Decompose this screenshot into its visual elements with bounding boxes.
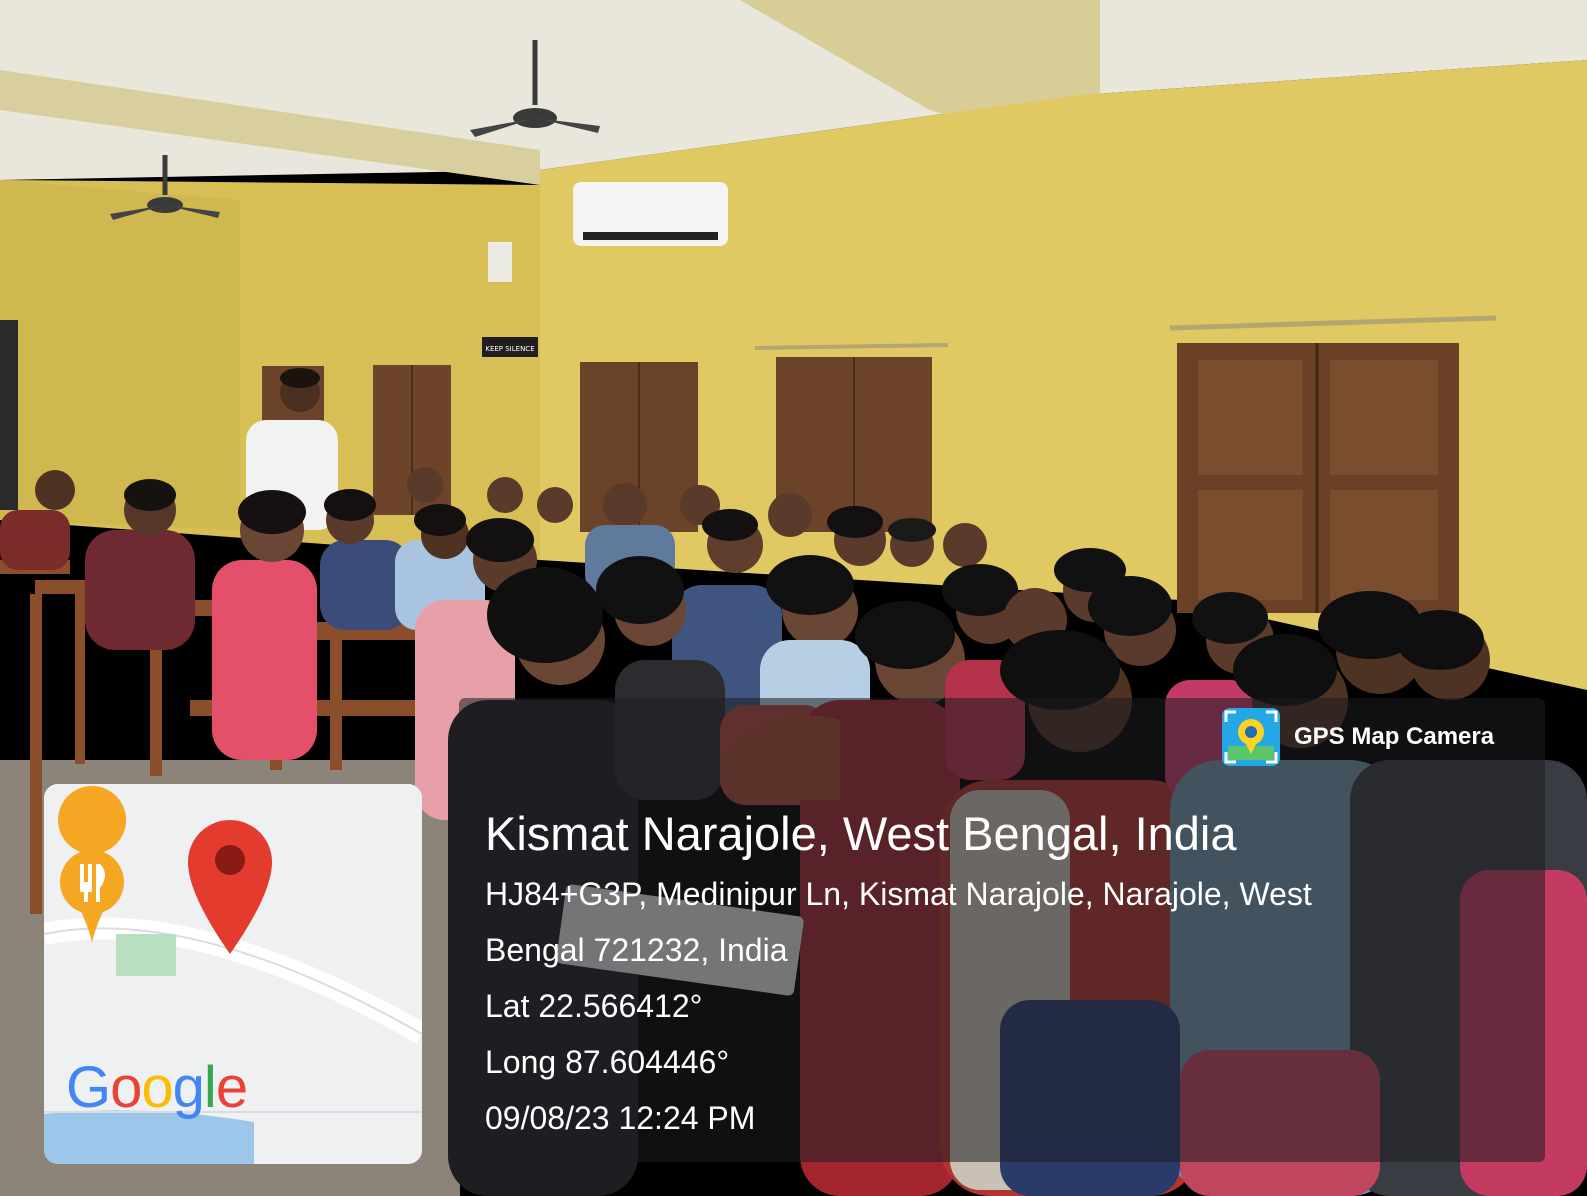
gps-app-name: GPS Map Camera — [1294, 723, 1495, 750]
geotagged-photo: KEEP SILENCE Google GPS Map Camera Kisma… — [0, 0, 1587, 1196]
google-logo-letter: o — [141, 1055, 173, 1120]
gps-map-camera-icon — [1222, 708, 1280, 766]
address-line-2: Bengal 721232, India — [485, 932, 788, 968]
keep-silence-sign-text: KEEP SILENCE — [485, 345, 534, 353]
timestamp: 09/08/23 12:24 PM — [485, 1100, 756, 1136]
google-logo-letter: l — [203, 1055, 217, 1120]
blackboard — [0, 320, 18, 510]
wall-box — [488, 242, 512, 282]
google-logo-letter: G — [66, 1055, 111, 1120]
map-park — [116, 934, 176, 976]
latitude-readout: Lat 22.566412° — [485, 988, 703, 1024]
address-line-1: HJ84+G3P, Medinipur Ln, Kismat Narajole,… — [485, 876, 1312, 912]
google-logo-letter: o — [110, 1055, 142, 1120]
map-thumbnail[interactable]: Google — [44, 784, 422, 1164]
side-wall — [0, 180, 240, 530]
gps-map-camera-badge: GPS Map Camera — [1222, 704, 1542, 770]
google-logo-letter: e — [215, 1055, 248, 1120]
google-logo-letter: g — [172, 1055, 205, 1120]
google-logo: Google — [66, 1054, 248, 1121]
longitude-readout: Long 87.604446° — [485, 1044, 730, 1080]
place-title: Kismat Narajole, West Bengal, India — [485, 807, 1237, 860]
